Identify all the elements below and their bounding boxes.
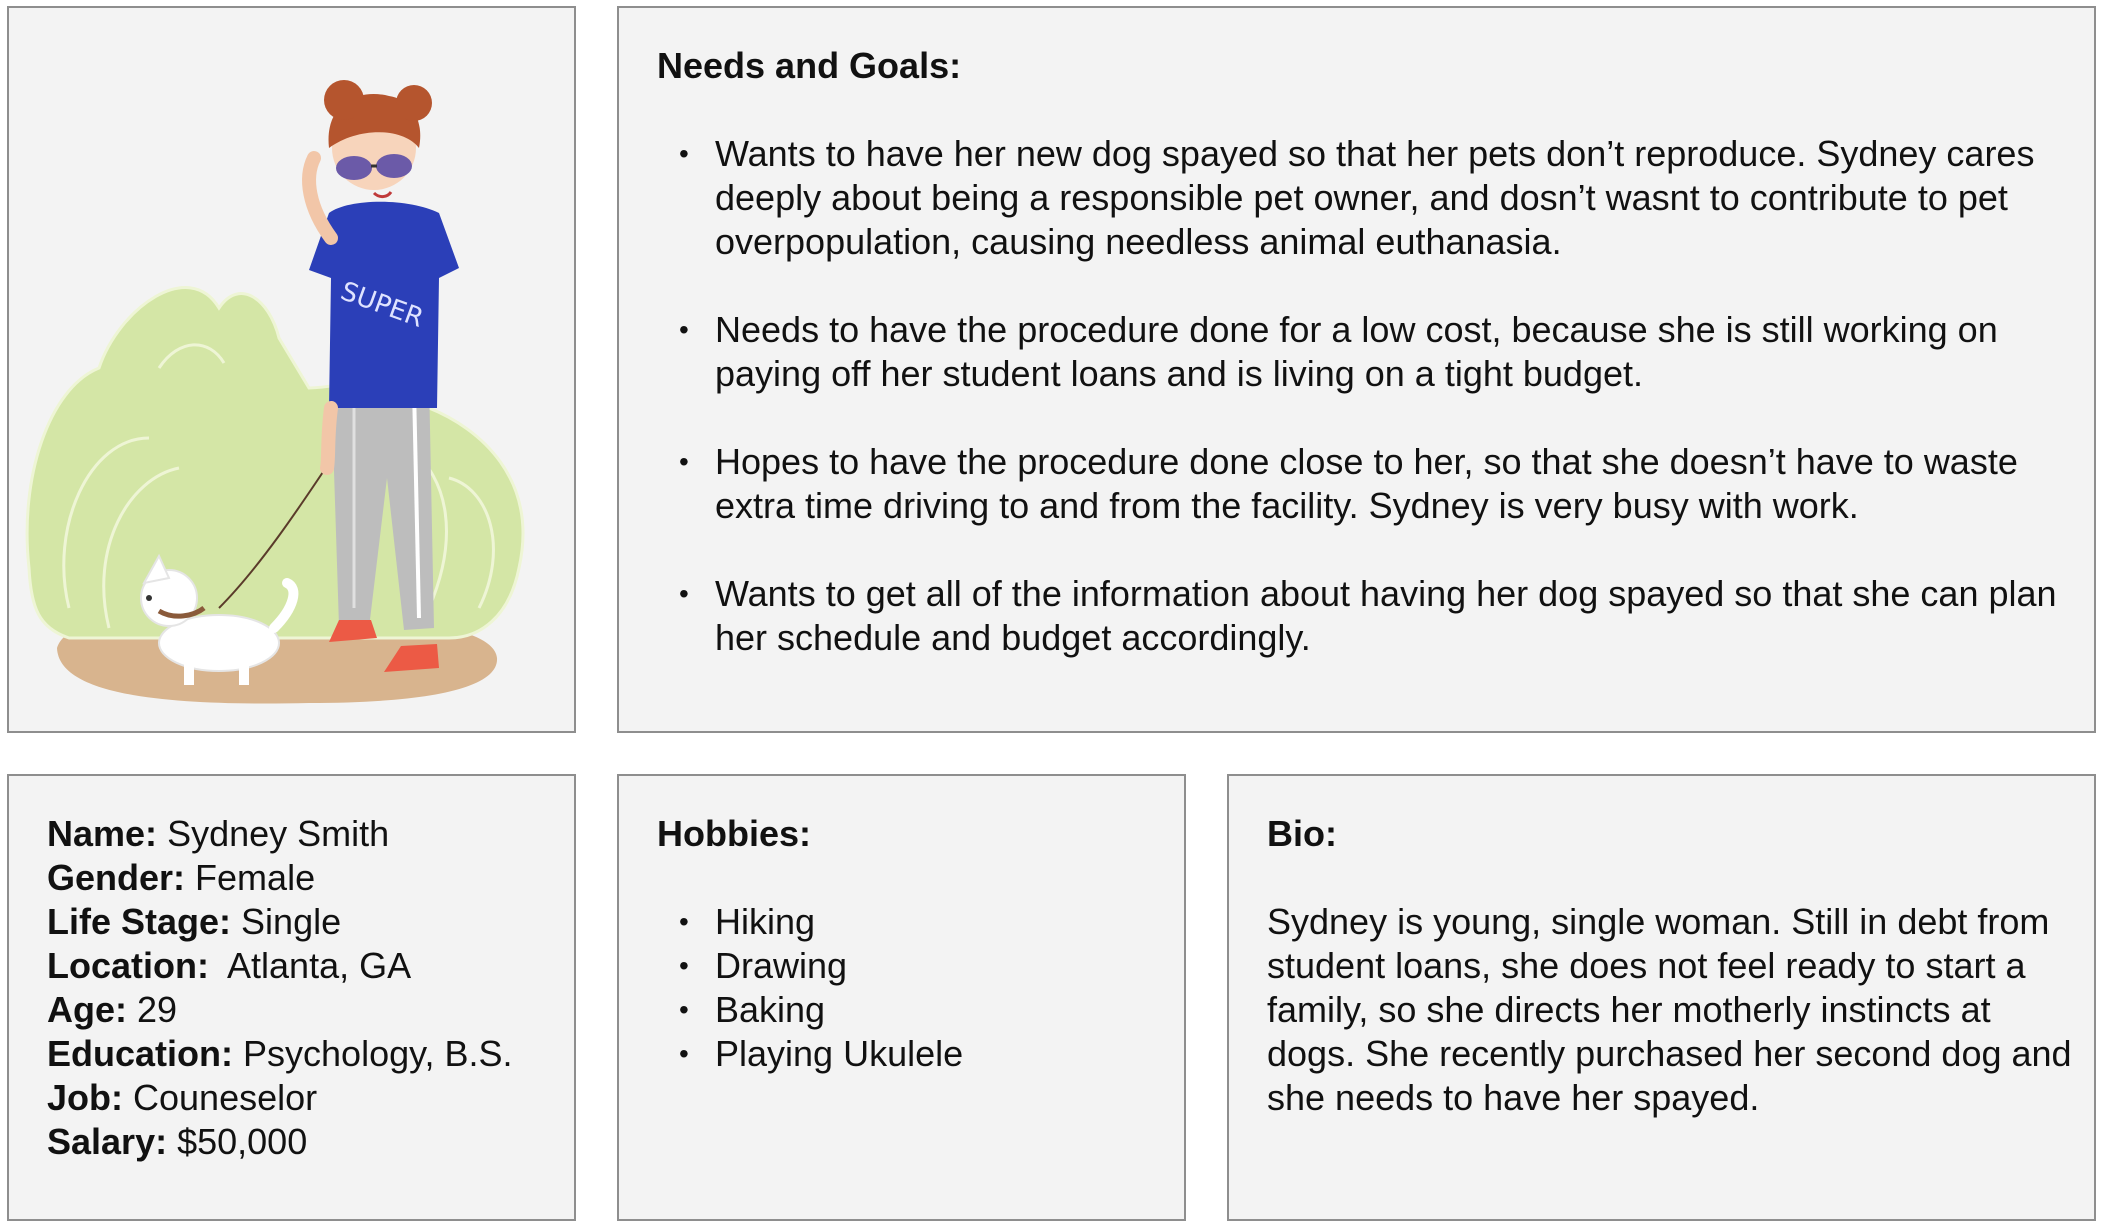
- demographic-location: Location: Atlanta, GA: [47, 944, 567, 988]
- demographic-gender: Gender: Female: [47, 856, 567, 900]
- list-item-text: Baking: [715, 989, 826, 1030]
- bullet-icon: •: [679, 994, 689, 1025]
- job-label: Job:: [47, 1077, 123, 1118]
- gender-value: Female: [195, 857, 316, 898]
- list-item-text: Needs to have the procedure done for a l…: [715, 309, 1998, 394]
- persona-illustration-card: SUPER: [7, 6, 576, 733]
- life-stage-label: Life Stage:: [47, 901, 232, 942]
- age-label: Age:: [47, 989, 127, 1030]
- location-value: Atlanta, GA: [227, 945, 412, 986]
- age-value: 29: [137, 989, 178, 1030]
- list-item-text: Wants to get all of the information abou…: [715, 573, 2057, 658]
- hobbies-list: • Hiking • Drawing • Baking • Playing Ukulel…: [657, 900, 1157, 1076]
- needs-goals-title: Needs and Goals:: [657, 45, 962, 86]
- bullet-icon: •: [679, 906, 689, 937]
- salary-value: $50,000: [177, 1121, 308, 1162]
- demographic-education: Education: Psychology, B.S.: [47, 1032, 567, 1076]
- bullet-icon: •: [679, 314, 689, 345]
- list-item: • Drawing: [657, 944, 1157, 988]
- persona-illustration: SUPER: [25, 80, 525, 704]
- education-label: Education:: [47, 1033, 233, 1074]
- list-item: • Hiking: [657, 900, 1157, 944]
- bullet-icon: •: [679, 138, 689, 169]
- education-value: Psychology, B.S.: [243, 1033, 513, 1074]
- list-item-text: Hiking: [715, 901, 816, 942]
- salary-label: Salary:: [47, 1121, 168, 1162]
- bio-card: Bio: Sydney is young, single woman. Stil…: [1227, 774, 2096, 1221]
- list-item-text: Drawing: [715, 945, 848, 986]
- bush-shape: [25, 286, 525, 640]
- life-stage-value: Single: [241, 901, 342, 942]
- list-item-text: Wants to have her new dog spayed so that…: [715, 133, 2035, 262]
- bullet-icon: •: [679, 950, 689, 981]
- demographics-card: Name: Sydney Smith Gender: Female Life S…: [7, 774, 576, 1221]
- demographic-life-stage: Life Stage: Single: [47, 900, 567, 944]
- list-item: • Wants to get all of the information abo…: [657, 572, 2067, 660]
- bullet-icon: •: [679, 446, 689, 477]
- list-item: • Hopes to have the procedure done close …: [657, 440, 2067, 528]
- bio-text: Sydney is young, single woman. Still in …: [1267, 901, 2072, 1118]
- name-label: Name:: [47, 813, 158, 854]
- name-value: Sydney Smith: [167, 813, 390, 854]
- list-item: • Needs to have the procedure done for a …: [657, 308, 2067, 396]
- job-value: Couneselor: [133, 1077, 318, 1118]
- bio-title: Bio:: [1267, 813, 1337, 854]
- bullet-icon: •: [679, 1038, 689, 1069]
- demographic-name: Name: Sydney Smith: [47, 812, 567, 856]
- needs-goals-list: • Wants to have her new dog spayed so tha…: [657, 132, 2067, 660]
- needs-goals-card: Needs and Goals: • Wants to have her new …: [617, 6, 2096, 733]
- list-item: • Baking: [657, 988, 1157, 1032]
- list-item-text: Playing Ukulele: [715, 1033, 964, 1074]
- demographic-job: Job: Couneselor: [47, 1076, 567, 1120]
- demographic-salary: Salary: $50,000: [47, 1120, 567, 1164]
- list-item: • Playing Ukulele: [657, 1032, 1157, 1076]
- hobbies-title: Hobbies:: [657, 813, 812, 854]
- list-item-text: Hopes to have the procedure done close t…: [715, 441, 2018, 526]
- list-item: • Wants to have her new dog spayed so tha…: [657, 132, 2067, 264]
- bullet-icon: •: [679, 578, 689, 609]
- demographic-age: Age: 29: [47, 988, 567, 1032]
- hobbies-card: Hobbies: • Hiking • Drawing • Baking • Playi…: [617, 774, 1186, 1221]
- location-label: Location:: [47, 945, 209, 986]
- gender-label: Gender:: [47, 857, 186, 898]
